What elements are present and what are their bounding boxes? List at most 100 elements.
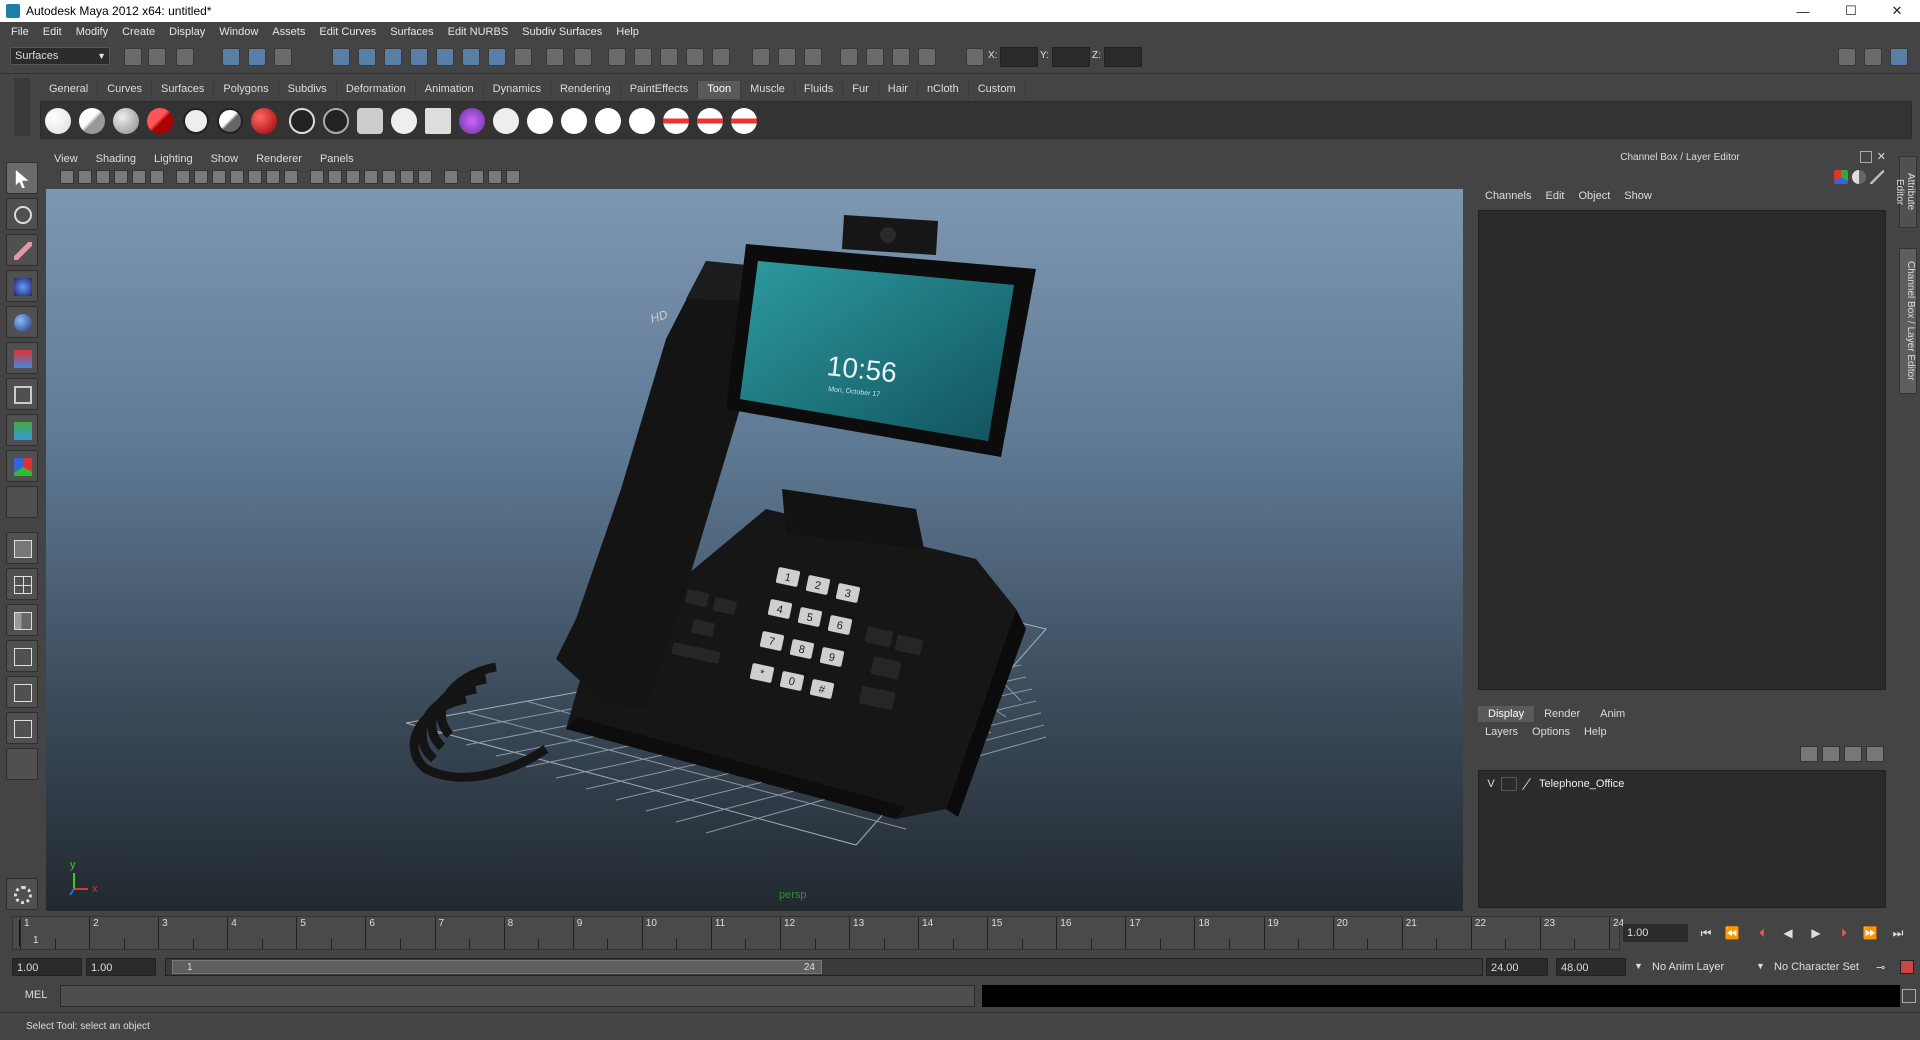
wireframe-on-shaded-icon[interactable]: [346, 170, 360, 184]
time-ruler[interactable]: 1 1 2 3 4 5 6 7 8 9 10 11 12 13 14 15 16 17 18 19 20 21 22 23 2…: [12, 916, 1624, 950]
grease-pencil-icon[interactable]: [150, 170, 164, 184]
layer-visibility-toggle[interactable]: V: [1483, 778, 1499, 790]
channel-list[interactable]: [1478, 210, 1886, 690]
shelf-tab-polygons[interactable]: Polygons: [214, 81, 279, 99]
tab-render[interactable]: Render: [1534, 706, 1590, 722]
toon-shader-half-icon[interactable]: [79, 108, 105, 134]
bookmarks-icon[interactable]: [96, 170, 110, 184]
layer-help-menu[interactable]: Help: [1577, 726, 1614, 738]
move-layer-down-icon[interactable]: [1822, 746, 1840, 762]
channel-object-menu[interactable]: Object: [1571, 190, 1617, 202]
menu-display[interactable]: Display: [162, 26, 212, 38]
select-handles-icon[interactable]: [332, 48, 350, 66]
command-input[interactable]: [60, 985, 975, 1007]
toon-shader-outline-white-icon[interactable]: [183, 108, 209, 134]
maximize-button[interactable]: ☐: [1828, 0, 1874, 22]
shelf-menu-grip[interactable]: [14, 78, 30, 136]
universal-manipulator-tool[interactable]: [6, 378, 38, 410]
snap-point-icon[interactable]: [660, 48, 678, 66]
layer-name[interactable]: Telephone_Office: [1539, 778, 1624, 790]
image-plane-icon[interactable]: [114, 170, 128, 184]
toon-table-icon[interactable]: [425, 108, 451, 134]
viewport-menu-panels[interactable]: Panels: [310, 150, 362, 168]
lock-selection-icon[interactable]: [546, 48, 564, 66]
play-forwards-button[interactable]: ▶: [1808, 926, 1824, 940]
step-back-key-button[interactable]: ⏪: [1724, 926, 1740, 940]
safe-action-icon[interactable]: [266, 170, 280, 184]
menu-help[interactable]: Help: [609, 26, 646, 38]
snap-view-plane-icon[interactable]: [686, 48, 704, 66]
menu-file[interactable]: File: [4, 26, 36, 38]
four-view-layout[interactable]: [6, 568, 38, 600]
xray-joints-icon[interactable]: [488, 170, 502, 184]
extra-layout-button[interactable]: [6, 748, 38, 780]
select-by-hierarchy-icon[interactable]: [222, 48, 240, 66]
tab-display[interactable]: Display: [1478, 706, 1535, 722]
scale-tool[interactable]: [6, 342, 38, 374]
open-scene-icon[interactable]: [148, 48, 166, 66]
channel-box-toggle-icon[interactable]: [1890, 48, 1908, 66]
toon-shader-outline-red-icon[interactable]: [251, 108, 277, 134]
persp-outliner-layout[interactable]: [6, 604, 38, 636]
layer-display-type-toggle[interactable]: [1501, 777, 1517, 791]
save-scene-icon[interactable]: [176, 48, 194, 66]
shadows-icon[interactable]: [418, 170, 432, 184]
make-live-icon[interactable]: [712, 48, 730, 66]
toon-shader-red-icon[interactable]: [147, 108, 173, 134]
create-layer-from-selected-icon[interactable]: [1866, 746, 1884, 762]
layers-menu[interactable]: Layers: [1478, 726, 1525, 738]
anim-layer-dropdown-icon[interactable]: ▼: [1634, 961, 1643, 971]
toon-shader-grey-icon[interactable]: [113, 108, 139, 134]
toon-line-offset-icon[interactable]: [663, 108, 689, 134]
attribute-editor-toggle-icon[interactable]: [1838, 48, 1856, 66]
shelf-tab-fur[interactable]: Fur: [843, 81, 879, 99]
toon-crease-icon[interactable]: [527, 108, 553, 134]
step-back-frame-button[interactable]: ⏴: [1754, 926, 1770, 940]
highlight-selection-icon[interactable]: [574, 48, 592, 66]
toon-color-icon[interactable]: [459, 108, 485, 134]
layer-options-menu[interactable]: Options: [1525, 726, 1577, 738]
close-panel-icon[interactable]: ✕: [1877, 150, 1886, 163]
y-coord-input[interactable]: [1052, 47, 1090, 67]
perspective-viewport[interactable]: HD 10:56 Mon, October 17 1 2 3 4 5 6 7 8…: [46, 189, 1463, 911]
select-deformations-icon[interactable]: [436, 48, 454, 66]
shelf-tab-animation[interactable]: Animation: [416, 81, 484, 99]
soft-modification-tool[interactable]: [6, 414, 38, 446]
channel-box-mode-icon[interactable]: [1852, 170, 1866, 184]
snap-grid-icon[interactable]: [608, 48, 626, 66]
viewport-menu-view[interactable]: View: [44, 150, 86, 168]
shelf-tab-surfaces[interactable]: Surfaces: [152, 81, 215, 99]
render-settings-icon[interactable]: [918, 48, 936, 66]
xray-icon[interactable]: [470, 170, 484, 184]
select-by-component-icon[interactable]: [274, 48, 292, 66]
shelf-tab-dynamics[interactable]: Dynamics: [484, 81, 551, 99]
character-set-dropdown-icon[interactable]: ▼: [1756, 961, 1765, 971]
ipr-render-icon[interactable]: [892, 48, 910, 66]
menu-set-selector[interactable]: Surfaces ▼: [10, 47, 110, 65]
viewport-menu-lighting[interactable]: Lighting: [144, 150, 201, 168]
menu-edit-curves[interactable]: Edit Curves: [312, 26, 383, 38]
menu-edit-nurbs[interactable]: Edit NURBS: [441, 26, 516, 38]
shelf-tab-custom[interactable]: Custom: [969, 81, 1026, 99]
select-by-object-icon[interactable]: [248, 48, 266, 66]
shelf-tab-painteffects[interactable]: PaintEffects: [621, 81, 699, 99]
shelf-tab-muscle[interactable]: Muscle: [741, 81, 795, 99]
rotate-tool[interactable]: [6, 306, 38, 338]
channel-box-pin-icon[interactable]: [1870, 170, 1884, 184]
channel-box-axis-icon[interactable]: [1834, 170, 1848, 184]
move-layer-up-icon[interactable]: [1800, 746, 1818, 762]
layer-color-swatch[interactable]: [1519, 777, 1535, 791]
shelf-tab-curves[interactable]: Curves: [98, 81, 152, 99]
input-ops-icon[interactable]: [752, 48, 770, 66]
menu-assets[interactable]: Assets: [265, 26, 312, 38]
persp-graph-hypergraph-layout[interactable]: [6, 712, 38, 744]
lighting-all-icon[interactable]: [400, 170, 414, 184]
command-language-toggle[interactable]: MEL: [14, 989, 58, 1001]
toon-intersect-icon[interactable]: [629, 108, 655, 134]
menu-surfaces[interactable]: Surfaces: [383, 26, 440, 38]
menu-modify[interactable]: Modify: [69, 26, 115, 38]
toon-outline-icon[interactable]: [289, 108, 315, 134]
field-chart-icon[interactable]: [248, 170, 262, 184]
animation-start-field[interactable]: 1.00: [12, 958, 82, 976]
shelf-tab-subdivs[interactable]: Subdivs: [279, 81, 337, 99]
